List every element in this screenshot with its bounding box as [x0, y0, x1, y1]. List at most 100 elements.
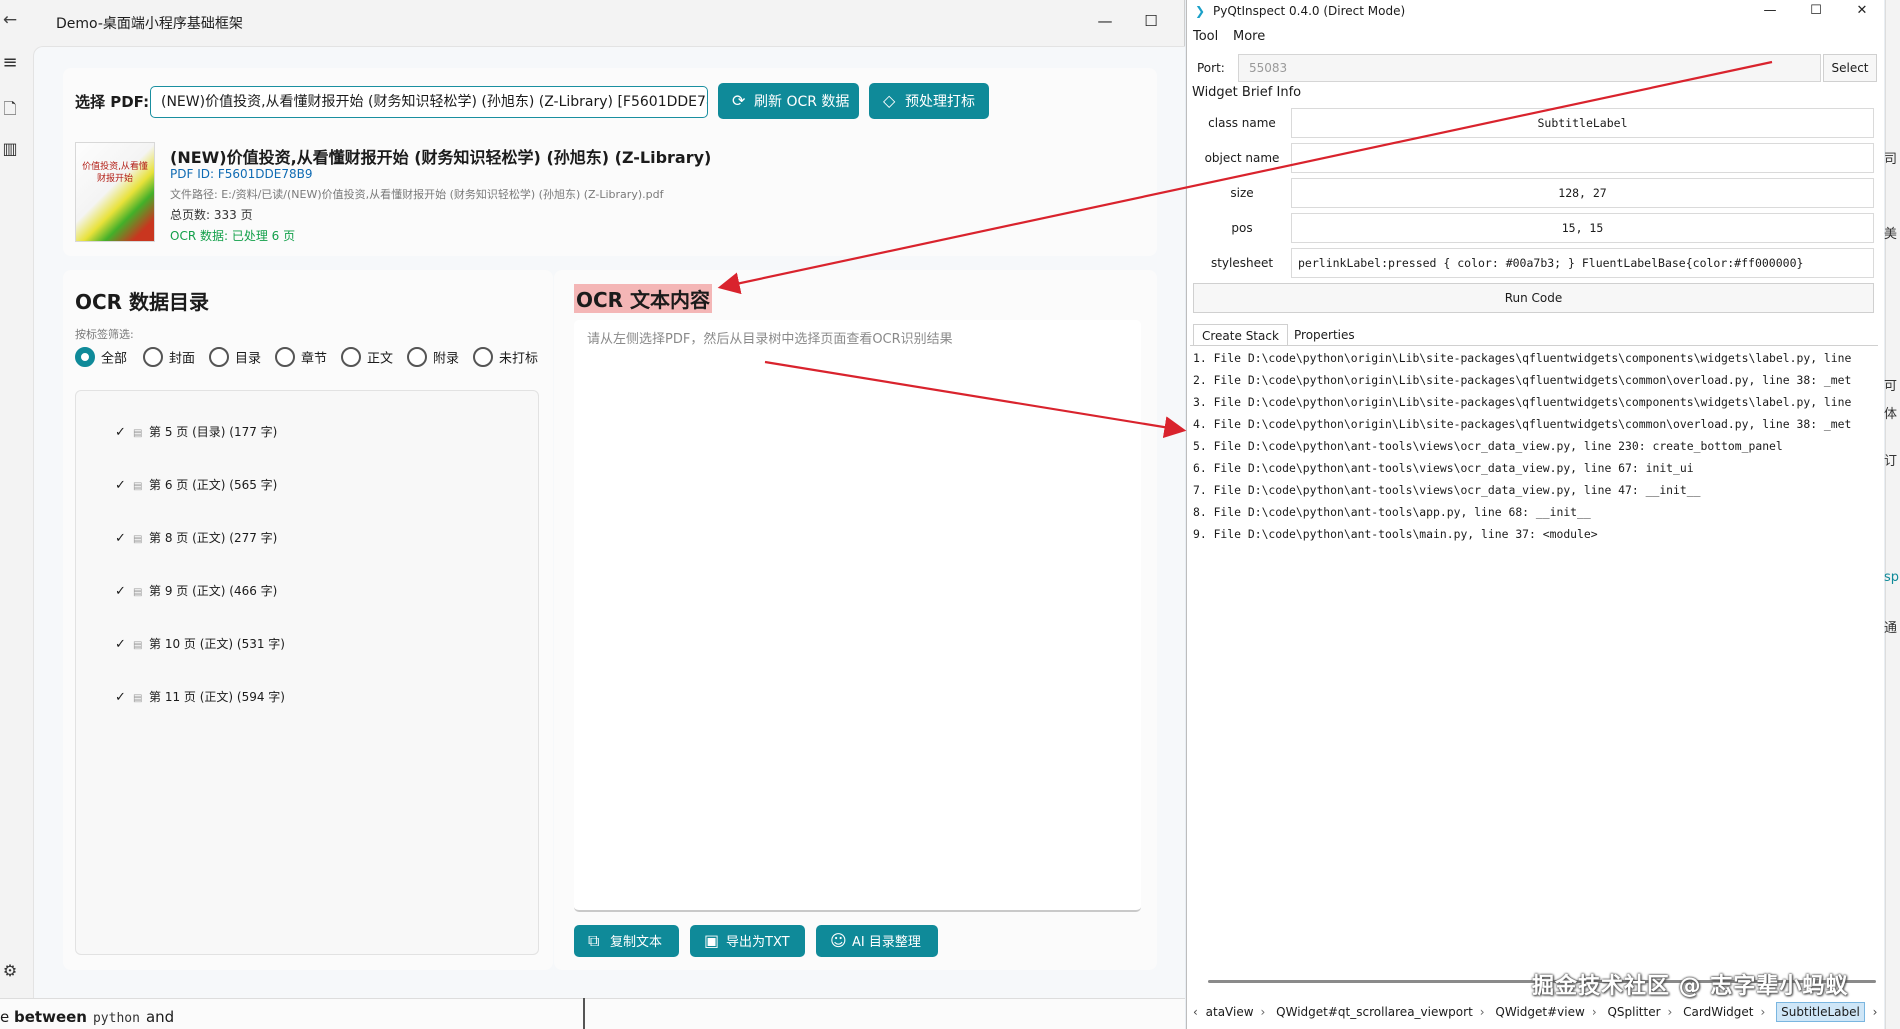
object-name-field[interactable]: [1291, 143, 1874, 173]
tree-item-label: 第 8 页 (正文) (277 字): [149, 531, 278, 545]
back-arrow-icon[interactable]: ←: [0, 10, 20, 32]
tab-create-stack[interactable]: Create Stack: [1193, 324, 1288, 346]
strip-text: 订: [1884, 454, 1898, 469]
stylesheet-field[interactable]: perlinkLabel:pressed { color: #00a7b3; }…: [1291, 248, 1874, 278]
stack-line[interactable]: 9. File D:\code\python\ant-tools\main.py…: [1193, 523, 1878, 545]
breadcrumb-item[interactable]: CardWidget: [1683, 1005, 1753, 1019]
background-editor-strip: [0, 998, 1185, 1029]
book-cover-image: [75, 142, 155, 242]
stack-line[interactable]: 1. File D:\code\python\origin\Lib\site-p…: [1193, 347, 1878, 369]
stack-line[interactable]: 7. File D:\code\python\ant-tools\views\o…: [1193, 479, 1878, 501]
divider: [583, 998, 585, 1029]
stack-line[interactable]: 4. File D:\code\python\origin\Lib\site-p…: [1193, 413, 1878, 435]
check-icon: ✓: [115, 425, 126, 440]
pdf-select-label: 选择 PDF:: [75, 93, 150, 111]
library-icon[interactable]: ▥: [0, 139, 20, 161]
breadcrumb-left-arrow-icon[interactable]: ‹: [1193, 1005, 1198, 1019]
stack-line[interactable]: 8. File D:\code\python\ant-tools\app.py,…: [1193, 501, 1878, 523]
maximize-button[interactable]: ☐: [1136, 6, 1166, 36]
pos-field[interactable]: 15, 15: [1291, 213, 1874, 243]
ocr-text-area[interactable]: [574, 320, 1141, 912]
pos-label: pos: [1231, 221, 1253, 235]
strip-text: 通: [1884, 621, 1898, 636]
filter-radio-label: 附录: [433, 351, 460, 367]
breadcrumb-right-arrow-icon[interactable]: ›: [1873, 1005, 1878, 1019]
ocr-directory-heading: OCR 数据目录: [75, 290, 210, 314]
tab-divider: [1190, 345, 1878, 346]
filter-radio-cover[interactable]: 封面: [143, 347, 195, 371]
bg-text-prefix: e: [0, 1008, 10, 1026]
pdf-id: PDF ID: F5601DDE78B9: [170, 167, 313, 181]
breadcrumb: ‹ ataView › QWidget#qt_scrollarea_viewpor…: [1189, 998, 1881, 1026]
radio-unchecked-icon: [473, 347, 493, 367]
run-code-button[interactable]: Run Code: [1193, 283, 1874, 313]
size-label: size: [1230, 186, 1254, 200]
filter-radio-label: 全部: [101, 351, 128, 367]
stack-line[interactable]: 2. File D:\code\python\origin\Lib\site-p…: [1193, 369, 1878, 391]
save-icon: ▣: [704, 931, 720, 950]
radio-unchecked-icon: [341, 347, 361, 367]
tree-item-label: 第 9 页 (正文) (466 字): [149, 584, 278, 598]
tree-item[interactable]: ✓ ▤ 第 11 页 (正文) (594 字): [115, 688, 285, 710]
filter-radio-untagged[interactable]: 未打标: [473, 347, 538, 371]
preprocess-tag-button[interactable]: ◇ 预处理打标: [869, 83, 989, 119]
check-icon: ✓: [115, 690, 126, 705]
refresh-ocr-label: 刷新 OCR 数据: [754, 94, 850, 110]
tab-properties[interactable]: Properties: [1286, 324, 1363, 346]
stack-line[interactable]: 3. File D:\code\python\origin\Lib\site-p…: [1193, 391, 1878, 413]
ocr-page-tree[interactable]: [75, 390, 539, 955]
copy-text-button[interactable]: ⧉ 复制文本: [574, 925, 679, 957]
strip-text: 美: [1884, 227, 1898, 242]
ocr-text-placeholder: 请从左侧选择PDF，然后从目录树中选择页面查看OCR识别结果: [587, 332, 953, 347]
strip-text: 可: [1884, 379, 1898, 394]
preprocess-tag-label: 预处理打标: [905, 94, 975, 110]
tree-item[interactable]: ✓ ▤ 第 8 页 (正文) (277 字): [115, 529, 277, 551]
inspector-close-button[interactable]: ✕: [1840, 0, 1884, 22]
filter-radio-toc[interactable]: 目录: [209, 347, 261, 371]
file-icon[interactable]: 🗋: [0, 98, 20, 120]
filter-label: 按标签筛选:: [75, 328, 134, 341]
radio-unchecked-icon: [275, 347, 295, 367]
breadcrumb-item[interactable]: ataView: [1206, 1005, 1254, 1019]
port-input[interactable]: 55083: [1238, 54, 1821, 82]
ai-toc-button[interactable]: ☺ AI 目录整理: [816, 925, 938, 957]
select-button[interactable]: Select: [1823, 54, 1877, 82]
chevron-right-icon: ›: [1760, 1005, 1766, 1019]
object-name-label: object name: [1204, 151, 1280, 165]
menu-more[interactable]: More: [1233, 29, 1265, 44]
breadcrumb-item[interactable]: QSplitter: [1607, 1005, 1660, 1019]
filter-radio-chapter[interactable]: 章节: [275, 347, 327, 371]
filter-radio-body[interactable]: 正文: [341, 347, 393, 371]
background-text: e between python and: [0, 1008, 174, 1026]
filter-radio-appendix[interactable]: 附录: [407, 347, 459, 371]
size-field[interactable]: 128, 27: [1291, 178, 1874, 208]
tree-item[interactable]: ✓ ▤ 第 10 页 (正文) (531 字): [115, 635, 285, 657]
tree-item[interactable]: ✓ ▤ 第 6 页 (正文) (565 字): [115, 476, 277, 498]
filter-radio-label: 正文: [367, 351, 394, 367]
strip-text: 司: [1884, 152, 1898, 167]
breadcrumb-item[interactable]: QWidget#view: [1495, 1005, 1584, 1019]
export-txt-button[interactable]: ▣ 导出为TXT: [690, 925, 805, 957]
menu-tool[interactable]: Tool: [1193, 29, 1218, 44]
pdf-select-combobox[interactable]: (NEW)价值投资,从看懂财报开始 (财务知识轻松学) (孙旭东) (Z-Lib…: [150, 86, 708, 118]
filter-radio-all[interactable]: 全部: [75, 347, 127, 371]
tree-item[interactable]: ✓ ▤ 第 5 页 (目录) (177 字): [115, 423, 277, 445]
widget-info-group-title: Widget Brief Info: [1192, 85, 1302, 100]
refresh-ocr-button[interactable]: ⟳ 刷新 OCR 数据: [718, 83, 859, 119]
breadcrumb-item-current[interactable]: SubtitleLabel: [1776, 1002, 1865, 1022]
stack-line[interactable]: 6. File D:\code\python\ant-tools\views\o…: [1193, 457, 1878, 479]
breadcrumb-item[interactable]: QWidget#qt_scrollarea_viewport: [1276, 1005, 1473, 1019]
tree-item-label: 第 5 页 (目录) (177 字): [149, 425, 278, 439]
settings-gear-icon[interactable]: ⚙: [0, 961, 20, 983]
tree-item[interactable]: ✓ ▤ 第 9 页 (正文) (466 字): [115, 582, 277, 604]
minimize-button[interactable]: —: [1090, 6, 1120, 36]
refresh-icon: ⟳: [732, 91, 746, 110]
class-name-field[interactable]: SubtitleLabel: [1291, 108, 1874, 138]
inspector-minimize-button[interactable]: —: [1748, 0, 1792, 22]
copy-icon: ⧉: [588, 931, 600, 950]
inspector-maximize-button[interactable]: ☐: [1794, 0, 1838, 22]
tree-item-label: 第 11 页 (正文) (594 字): [149, 690, 285, 704]
stack-line[interactable]: 5. File D:\code\python\ant-tools\views\o…: [1193, 435, 1878, 457]
tree-item-label: 第 10 页 (正文) (531 字): [149, 637, 285, 651]
hamburger-menu-icon[interactable]: ≡: [0, 52, 20, 74]
